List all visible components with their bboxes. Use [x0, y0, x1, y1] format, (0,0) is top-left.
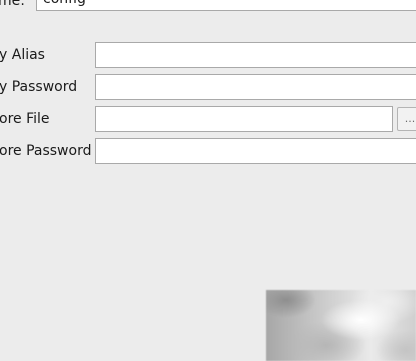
name-field[interactable]: [36, 0, 416, 11]
keystore-password-label: ore Password: [0, 143, 92, 159]
key-alias-label: y Alias: [0, 47, 45, 63]
key-password-field[interactable]: [95, 74, 416, 100]
keystore-file-field[interactable]: [95, 106, 393, 132]
key-alias-field[interactable]: [95, 42, 416, 68]
key-password-label: y Password: [0, 79, 78, 95]
name-label: me:: [0, 0, 25, 9]
keystore-password-field[interactable]: [95, 138, 416, 164]
blurred-image-preview: [266, 290, 416, 361]
browse-keystore-button[interactable]: ...: [397, 107, 416, 131]
keystore-file-label: ore File: [0, 111, 50, 127]
